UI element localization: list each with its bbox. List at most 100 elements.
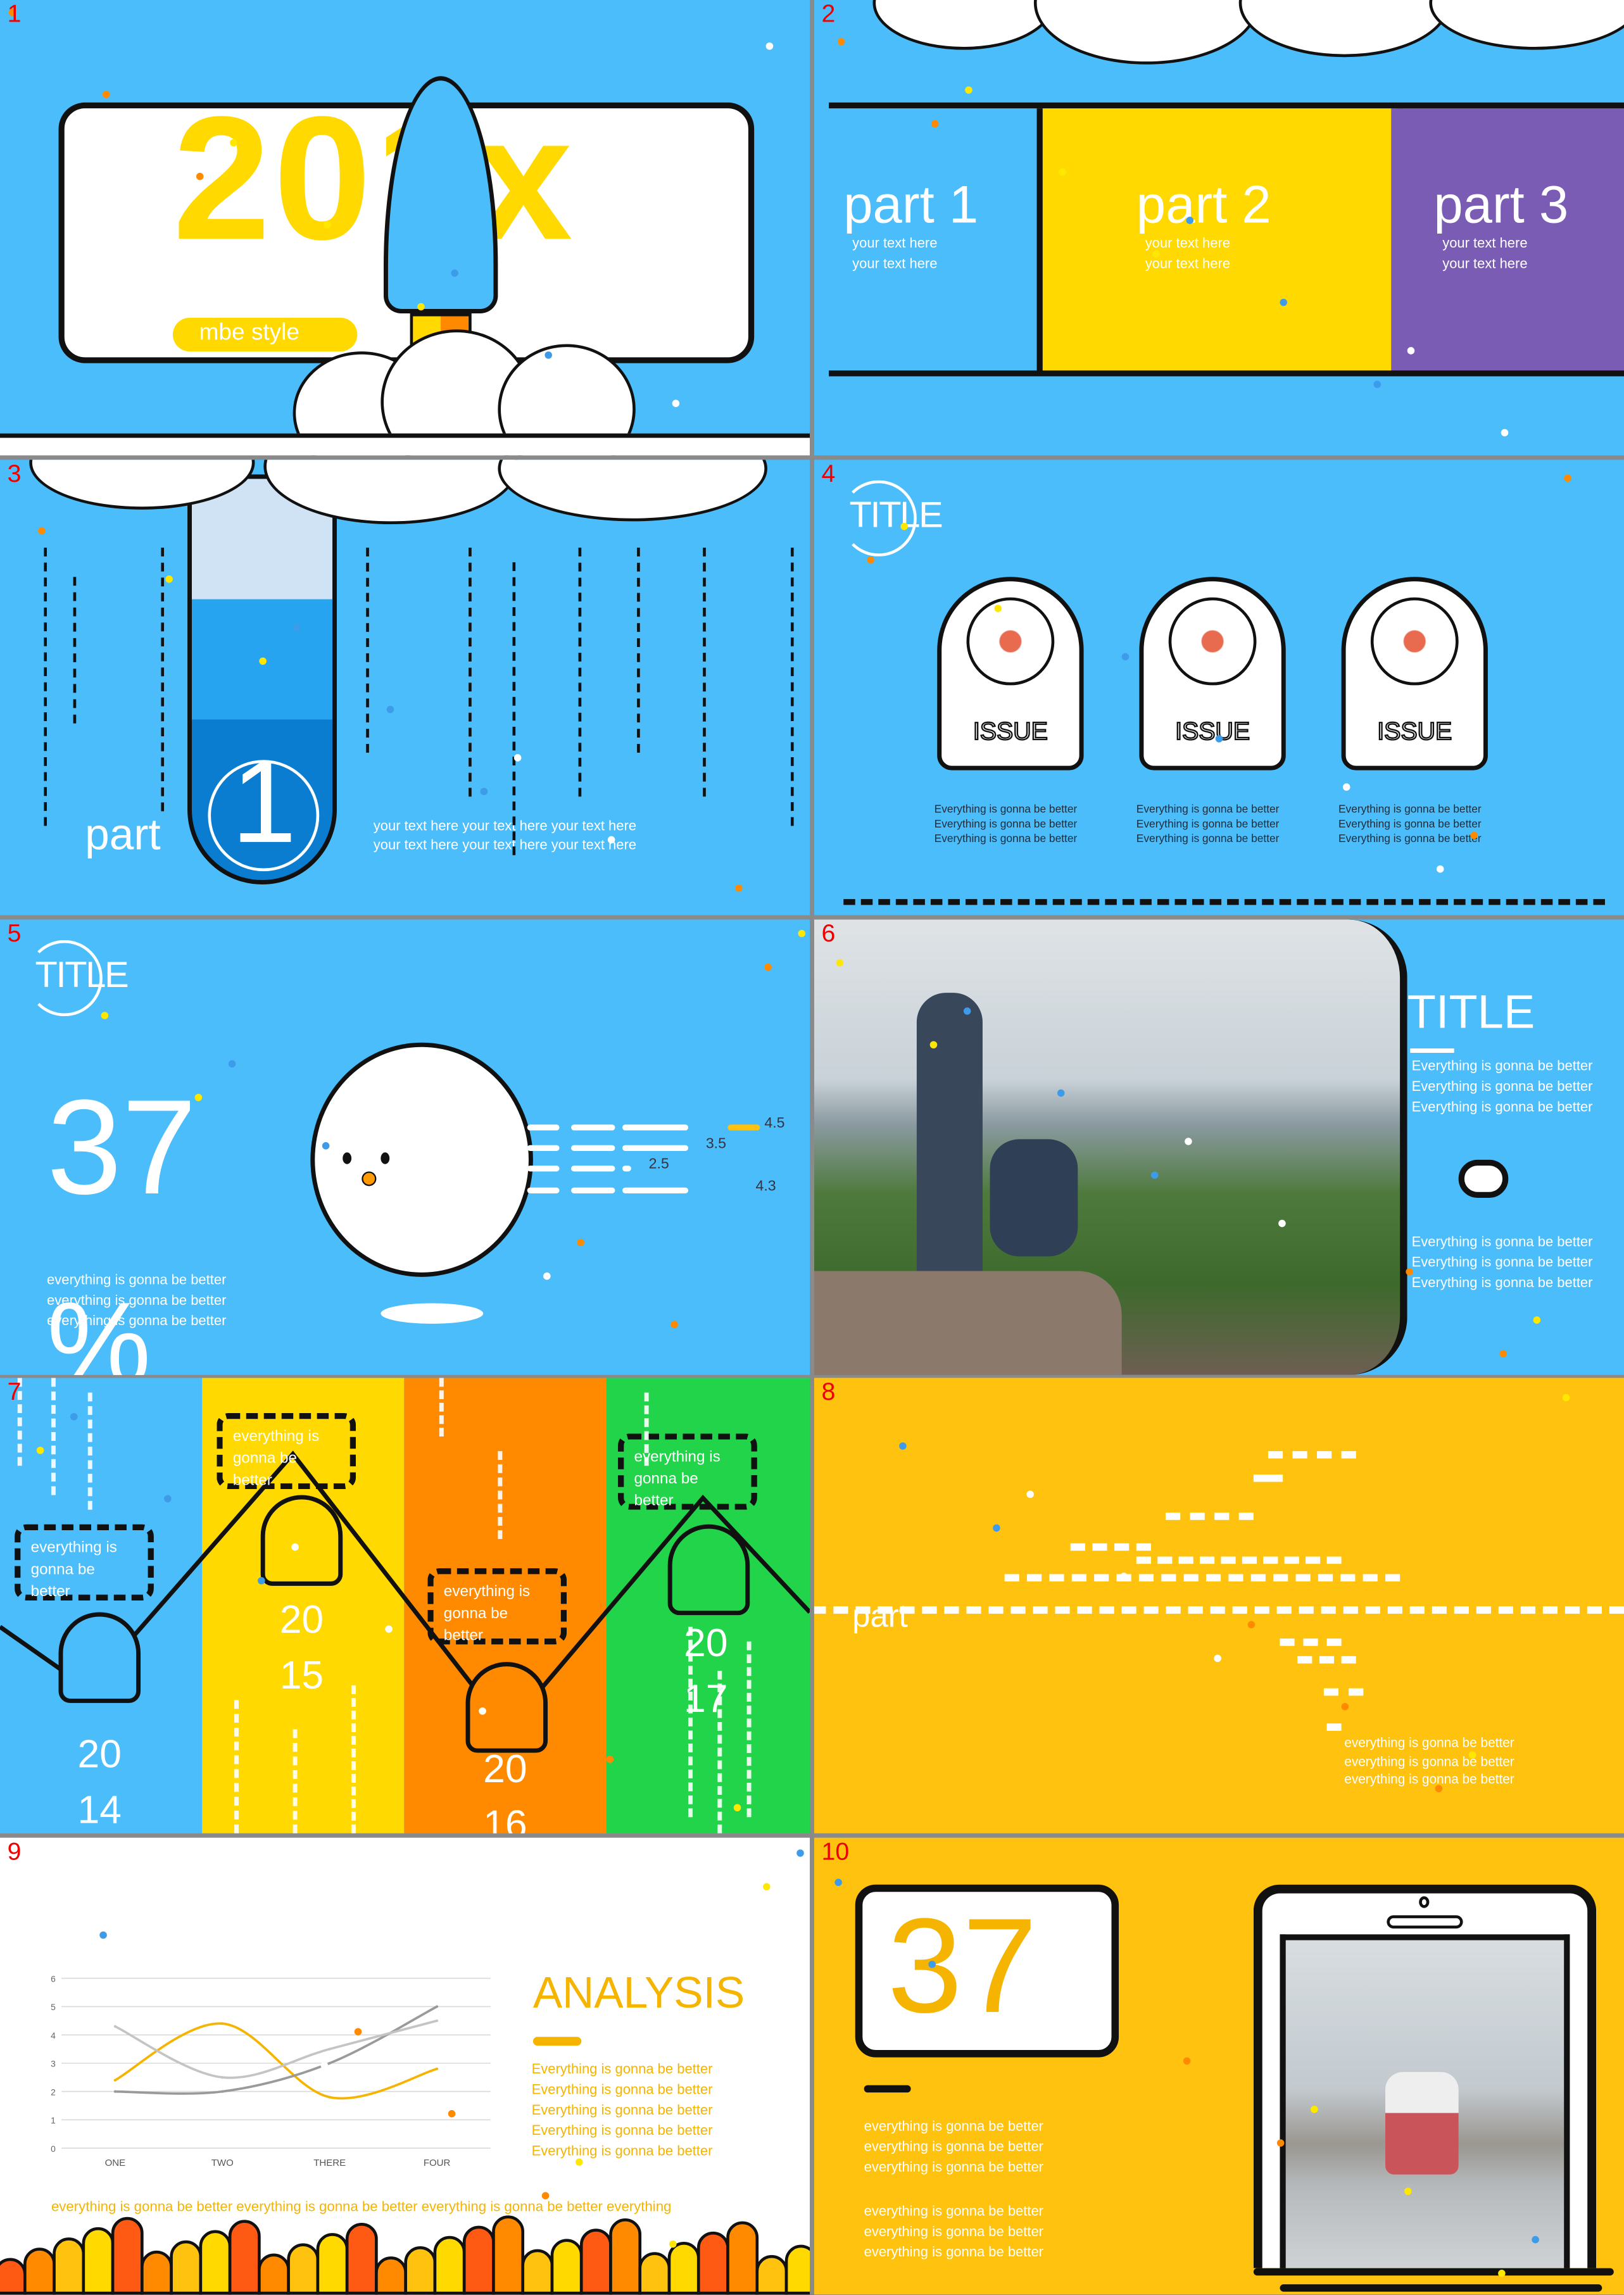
title-underline (1410, 1048, 1454, 1053)
confetti-dot (928, 1960, 936, 1968)
confetti-dot (102, 91, 110, 98)
robot-icon (260, 1495, 343, 1586)
data-point (436, 2019, 439, 2022)
confetti-dot (1373, 380, 1382, 388)
slide-10[interactable]: 10 37 everything is gonna be better ever… (814, 1837, 1624, 2295)
confetti-dot (480, 788, 488, 795)
cartoon-character (23, 2248, 56, 2295)
confetti-dot (324, 221, 331, 229)
confetti-dot (763, 1883, 771, 1890)
baseline (0, 433, 810, 456)
confetti-dot (1055, 2009, 1064, 2016)
part-text: your text here (852, 236, 938, 252)
cartoon-character (492, 2215, 525, 2295)
y-tick-label: 2 (51, 2087, 56, 2097)
slide-number: 1 (7, 0, 22, 28)
body-text: everything is gonna be better (864, 2118, 1044, 2135)
issue-card[interactable]: ISSUE (937, 577, 1084, 782)
confetti-dot (764, 963, 772, 971)
cartoon-character (579, 2229, 612, 2295)
confetti-dot (1249, 701, 1257, 709)
slide-4[interactable]: 4 TITLE ISSUE Everything is gonna be bett… (814, 460, 1624, 915)
video-player-icon (1370, 597, 1459, 686)
slide-8[interactable]: 8 part everything is gonna be better eve… (814, 1378, 1624, 1833)
confetti-dot (607, 836, 615, 844)
card-text: Everything is gonna be better (1136, 802, 1280, 816)
slide-6[interactable]: 6 TITLE Everything is gonna be better Ev… (814, 919, 1624, 1375)
data-point (328, 2061, 331, 2065)
x-tick-label: FOUR (424, 2158, 451, 2168)
slide-7[interactable]: 7 everything is gonna be better 2014 every… (0, 1378, 810, 1833)
value-label: 4.5 (764, 1116, 785, 1132)
body-text: your text here your text here your text … (373, 837, 637, 854)
body-text: Everything is gonna be better (1411, 1275, 1593, 1292)
confetti-dot (1341, 1702, 1349, 1711)
decor-dash (498, 1451, 503, 1539)
part-1[interactable]: part 1 your text here your text here (843, 175, 978, 275)
cartoon-character (609, 2218, 642, 2295)
cartoon-character (345, 2222, 378, 2295)
confetti-dot (1533, 1316, 1541, 1324)
robot-icon (667, 1524, 750, 1616)
decor-dash (44, 548, 47, 826)
cartoon-character (111, 2216, 144, 2295)
decor-dash (293, 1729, 298, 1833)
issue-card[interactable]: ISSUE (1139, 577, 1286, 782)
part-3[interactable]: part 3 your text here your text here (1433, 175, 1568, 275)
card-text: Everything is gonna be better (1136, 831, 1280, 845)
confetti-dot (293, 624, 301, 631)
value-dash (527, 1187, 560, 1194)
decor-dash (1280, 1638, 1342, 1646)
slide-number: 4 (821, 460, 836, 488)
slide-5[interactable]: 5 TITLE 37 % everything is gonna be bett… (0, 919, 810, 1375)
series-line-3 (115, 2020, 437, 2079)
slide-2[interactable]: 2 part 1 your text here your text here p… (814, 0, 1624, 456)
phone-camera (1419, 1896, 1430, 1908)
toy-van (1385, 2072, 1459, 2175)
confetti-dot (798, 929, 806, 938)
confetti-dot (899, 1442, 907, 1450)
confetti-dot (836, 959, 844, 967)
issue-badge: ISSUE (1376, 717, 1452, 746)
bottom-dashed-line (843, 899, 1605, 905)
confetti-dot (1059, 168, 1066, 176)
hiker-sitting (990, 1139, 1078, 1257)
confetti-dot (1152, 250, 1160, 258)
confetti-dot (993, 1524, 1000, 1532)
card-text: Everything is gonna be better (934, 802, 1078, 816)
issue-card[interactable]: ISSUE (1341, 577, 1488, 782)
decor-dash (87, 1392, 92, 1510)
y-tick-label: 3 (51, 2059, 56, 2069)
decor-dash (1136, 1556, 1342, 1564)
confetti-dot (1406, 1267, 1413, 1276)
confetti-dot (448, 2110, 456, 2118)
value-dash (571, 1145, 615, 1151)
body-text: your text here your text here your text … (373, 818, 637, 835)
slide-9[interactable]: 9 0 1 2 3 4 5 6 ONE TWO THERE FOUR ANALYSIS Everyt… (0, 1837, 810, 2295)
big-number: 37 (47, 1073, 197, 1223)
speech-bubble: everything is gonna be better (217, 1412, 356, 1490)
slide-number: 8 (821, 1378, 836, 1406)
confetti-dot (867, 556, 874, 564)
ghost-eye (381, 1152, 390, 1164)
big-number: 37 (887, 1892, 1038, 2042)
timeline-year: 2016 (483, 1747, 527, 1833)
decor-dash (366, 548, 369, 753)
slide-title: ANALYSIS (532, 1969, 745, 2018)
decor-dash (439, 1378, 444, 1437)
confetti-dot (451, 269, 458, 277)
card-text: Everything is gonna be better (1338, 831, 1482, 845)
part-2[interactable]: part 2 your text here your text here (1136, 175, 1271, 275)
card-text: Everything is gonna be better (1136, 817, 1280, 831)
slide-1[interactable]: 1 201x mbe style (0, 0, 810, 456)
confetti-dot (544, 351, 552, 359)
data-point (113, 2090, 116, 2093)
speech-bubble: everything is gonna be better (15, 1524, 154, 1600)
cloud (498, 460, 767, 522)
slide-3[interactable]: 3 1 part your text here your text here y… (0, 460, 810, 915)
body-text: everything is gonna be better (1344, 1771, 1514, 1787)
value-dash (622, 1166, 631, 1172)
value-label: 2.5 (648, 1157, 669, 1173)
timeline-year: 2015 (279, 1597, 324, 1697)
band-top-line (829, 102, 1624, 109)
